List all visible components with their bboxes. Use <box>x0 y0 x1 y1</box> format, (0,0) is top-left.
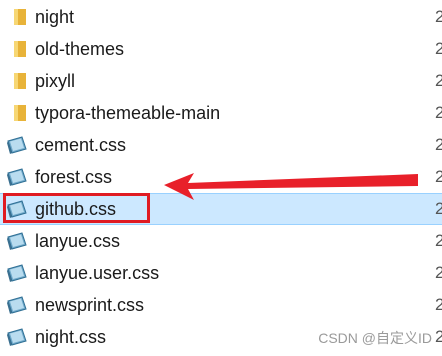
file-name: lanyue.user.css <box>35 263 160 283</box>
file-date: 2 <box>435 39 442 58</box>
css-file-icon <box>7 168 27 186</box>
css-file-icon <box>7 232 27 250</box>
list-item-newsprint-css[interactable]: newsprint.css 2 <box>0 290 442 320</box>
css-file-icon <box>7 296 27 314</box>
css-file-icon <box>7 328 27 346</box>
file-name: cement.css <box>35 135 127 155</box>
file-date: 2 <box>435 135 442 154</box>
folder-icon <box>14 9 26 25</box>
file-name: night <box>35 7 75 27</box>
css-file-icon <box>7 136 27 154</box>
annotation-highlight-box <box>3 193 150 223</box>
file-date: 2 <box>435 263 442 282</box>
file-name: forest.css <box>35 167 113 187</box>
list-item-lanyue-css[interactable]: lanyue.css 2 <box>0 226 442 256</box>
file-date: 2 <box>435 7 442 26</box>
list-item-night[interactable]: night 2 <box>0 2 442 32</box>
list-item-cement-css[interactable]: cement.css 2 <box>0 130 442 160</box>
css-file-icon <box>7 264 27 282</box>
list-item-lanyue-user-css[interactable]: lanyue.user.css 2 <box>0 258 442 288</box>
file-name: night.css <box>35 327 107 347</box>
file-name: lanyue.css <box>35 231 121 251</box>
watermark: CSDN @自定义ID <box>318 330 432 346</box>
list-item-pixyll[interactable]: pixyll 2 <box>0 66 442 96</box>
file-date: 2 <box>435 103 442 122</box>
list-item-typora-themeable-main[interactable]: typora-themeable-main 2 <box>0 98 442 128</box>
file-name: pixyll <box>35 71 76 91</box>
annotation-arrow-icon <box>164 173 418 200</box>
file-list: night 2 old-themes 2 pixyll 2 typora-the… <box>0 0 442 356</box>
file-name: typora-themeable-main <box>35 103 221 123</box>
file-date: 2 <box>435 199 442 218</box>
file-date: 2 <box>435 327 442 346</box>
file-date: 2 <box>435 167 442 186</box>
file-date: 2 <box>435 71 442 90</box>
file-name: newsprint.css <box>35 295 145 315</box>
folder-icon <box>14 41 26 57</box>
file-date: 2 <box>435 295 442 314</box>
folder-icon <box>14 105 26 121</box>
folder-icon <box>14 73 26 89</box>
list-item-old-themes[interactable]: old-themes 2 <box>0 34 442 64</box>
file-name: old-themes <box>35 39 125 59</box>
file-date: 2 <box>435 231 442 250</box>
